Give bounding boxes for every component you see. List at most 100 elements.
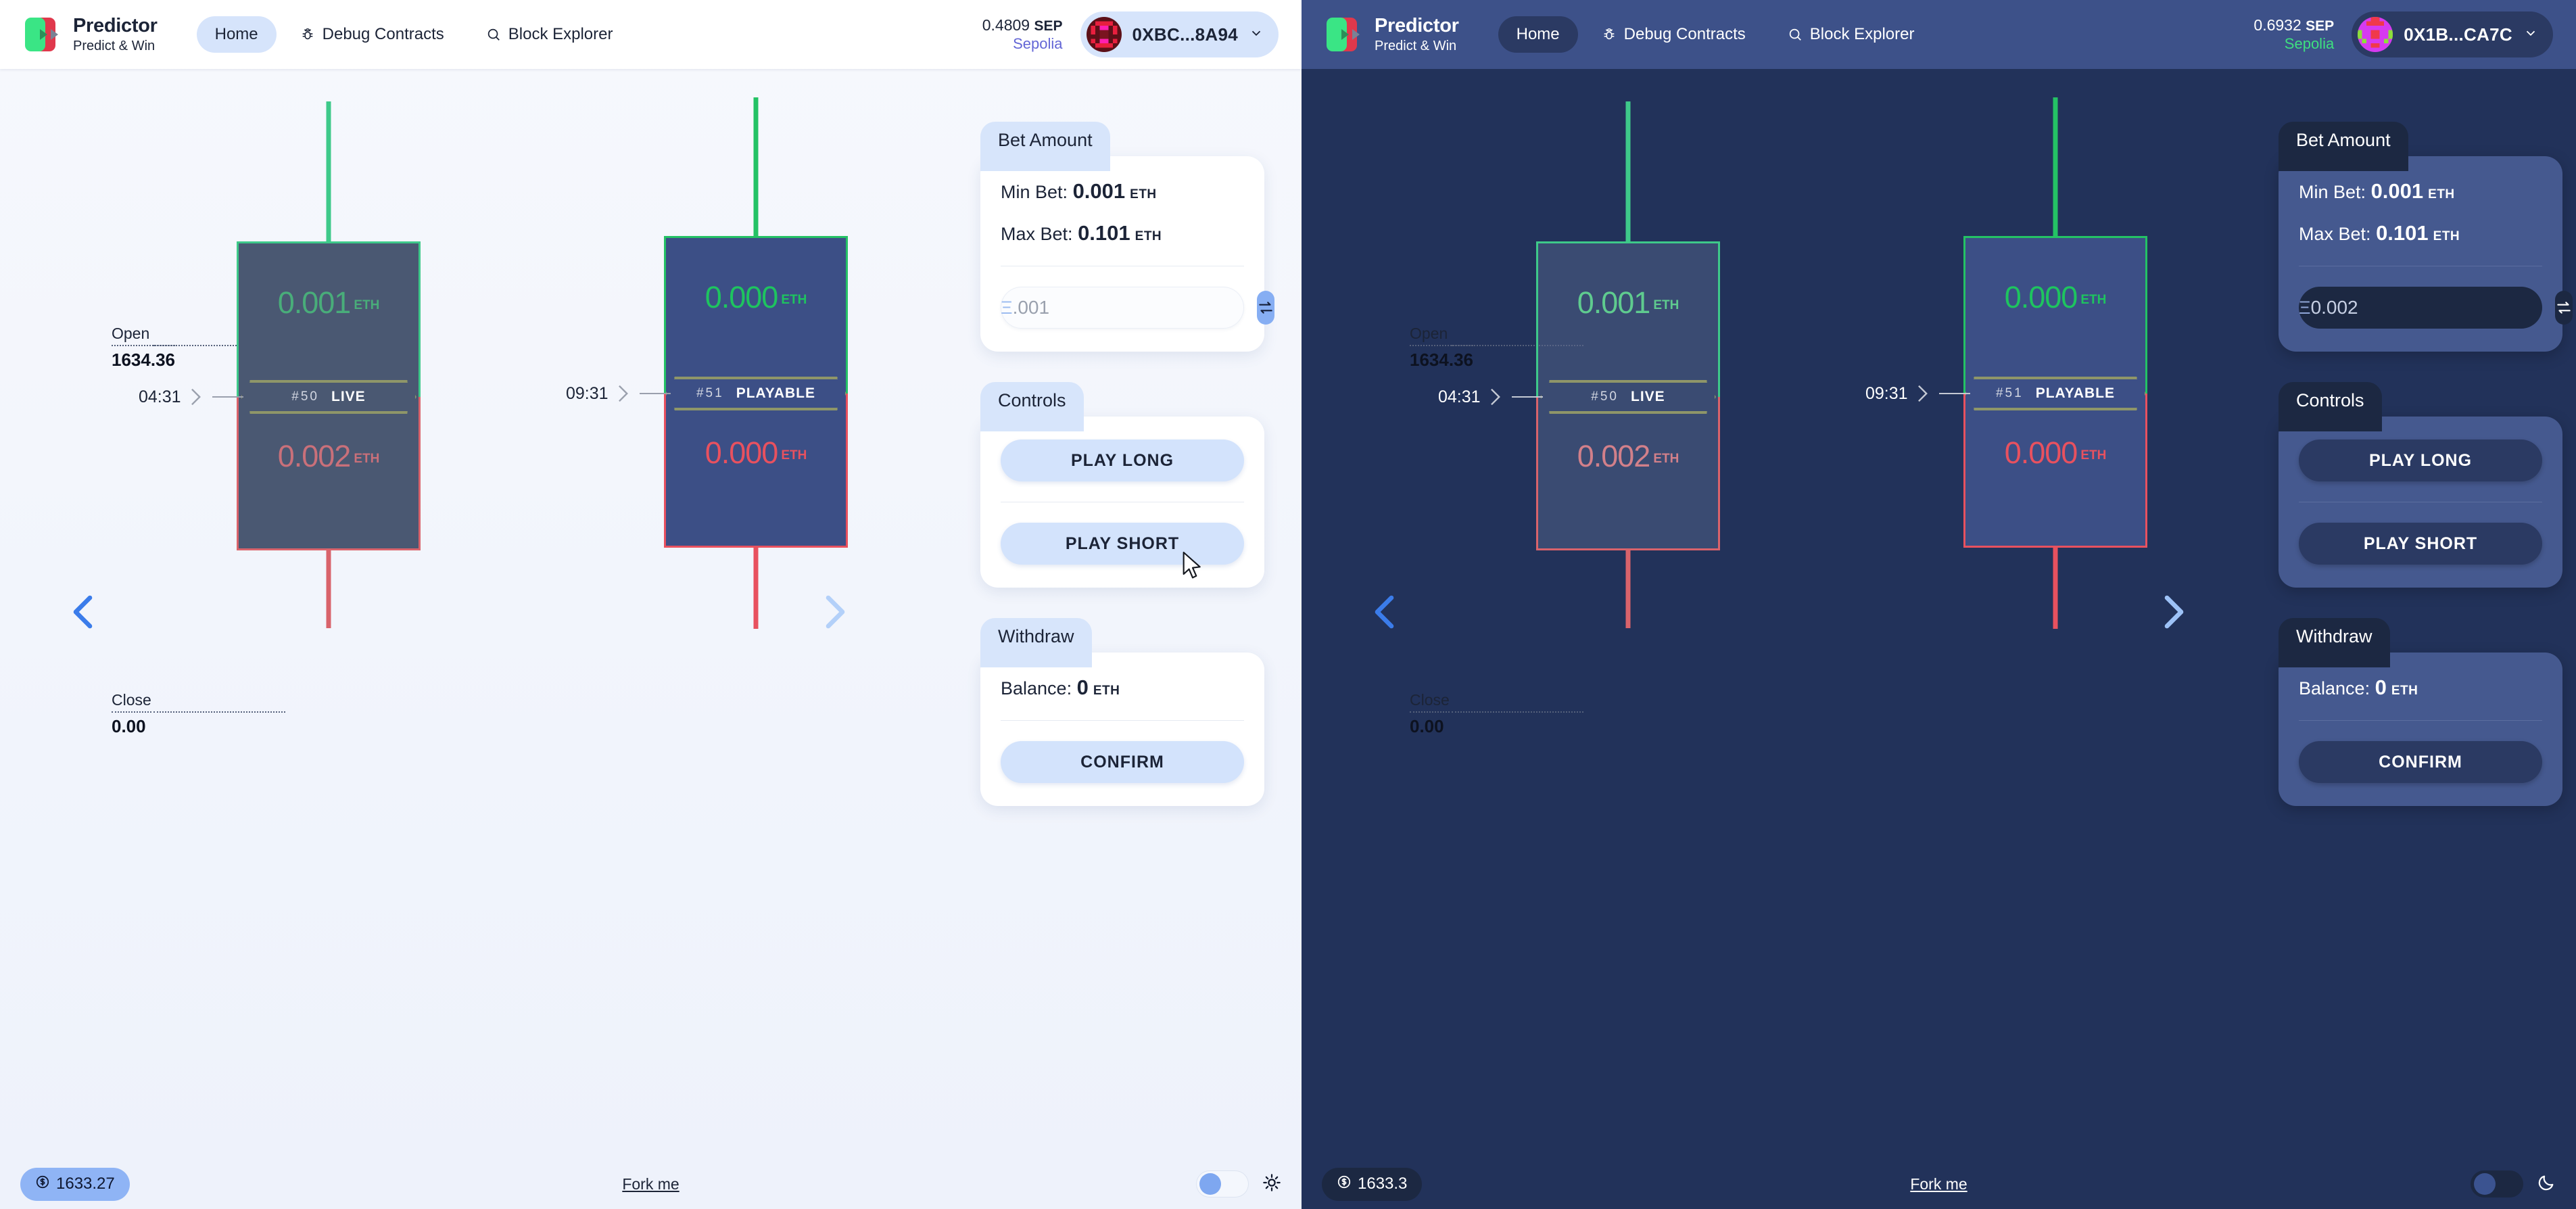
candle-50-status: LIVE — [331, 389, 366, 404]
max-bet-row: Max Bet: 0.101 ETH — [2299, 221, 2542, 245]
nav-item-block-explorer[interactable]: Block Explorer — [1769, 16, 1933, 53]
sun-icon[interactable] — [1262, 1173, 1281, 1195]
withdraw-panel: Withdraw Balance: 0 ETH CONFIRM — [2279, 618, 2562, 806]
controls-panel: Controls PLAY LONG PLAY SHORT — [2279, 382, 2562, 588]
wallet-balance: 0.4809 SEP Sepolia — [982, 16, 1063, 53]
eth-price-pill: 1633.3 — [1322, 1167, 1423, 1201]
candle-50-status-badge: #50 LIVE — [1540, 380, 1716, 414]
close-label: Close — [112, 691, 151, 713]
nav-item-home-label: Home — [214, 25, 258, 43]
nav-item-block-explorer-label: Block Explorer — [1809, 25, 1915, 43]
chevron-down-icon — [1249, 26, 1264, 44]
candle-51-short-amount: 0.000 — [705, 435, 779, 470]
prev-candle-button[interactable] — [1361, 583, 1410, 644]
withdraw-balance-row: Balance: 0 ETH — [1001, 675, 1244, 700]
fork-me-link[interactable]: Fork me — [622, 1175, 679, 1193]
candle-50-short-amount: 0.002 — [277, 439, 352, 473]
bug-icon — [1602, 27, 1617, 42]
max-bet-label: Max Bet: — [2299, 224, 2371, 244]
candle-51-timer: 09:31 — [566, 380, 671, 407]
play-long-button[interactable]: PLAY LONG — [2299, 440, 2542, 481]
candle-51-id: #51 — [696, 386, 724, 400]
withdraw-panel: Withdraw Balance: 0 ETH CONFIRM — [980, 618, 1264, 806]
close-annotation: Close 0.00 — [112, 691, 285, 737]
network-name: Sepolia — [2284, 34, 2335, 52]
network-name: Sepolia — [1013, 34, 1063, 52]
withdraw-balance-unit: ETH — [2391, 684, 2418, 698]
candle-51-long-unit: ETH — [2080, 293, 2107, 307]
min-bet-label: Min Bet: — [1001, 182, 1068, 202]
play-long-button[interactable]: PLAY LONG — [1001, 440, 1244, 481]
divider — [2299, 720, 2542, 721]
account-dropdown[interactable]: 0X1B...CA7C — [2352, 11, 2553, 57]
bet-amount-panel: Bet Amount Min Bet: 0.001 ETH Max Bet: 0.… — [2279, 122, 2573, 352]
mouse-cursor — [1182, 551, 1203, 584]
avatar — [2358, 17, 2393, 52]
candle-50[interactable]: 0.001 ETH 0.002 ETH #50 LIVE 04:31 — [1438, 69, 1720, 678]
next-candle-button[interactable] — [2149, 583, 2197, 644]
candle-51-long-unit: ETH — [781, 293, 807, 307]
candle-50-long-amount: 0.001 — [277, 285, 352, 320]
confirm-button[interactable]: CONFIRM — [2299, 741, 2542, 783]
withdraw-balance-label: Balance: — [2299, 678, 2370, 698]
account-dropdown[interactable]: 0XBC...8A94 — [1080, 11, 1279, 57]
avatar — [1086, 17, 1122, 52]
top-navigation-bar-dark: Predictor Predict & Win Home Debug Contr… — [1302, 0, 2576, 69]
chevron-down-icon — [2523, 26, 2538, 44]
candle-50[interactable]: 0.001 ETH 0.002 ETH #50 LIVE 04:31 — [139, 69, 421, 678]
theme-toggle-group — [1196, 1170, 1281, 1198]
brand-name: Predictor — [1375, 15, 1459, 37]
play-short-button[interactable]: PLAY SHORT — [1001, 523, 1244, 565]
brand-logo-group-dark[interactable]: Predictor Predict & Win — [1325, 16, 1459, 53]
confirm-button[interactable]: CONFIRM — [1001, 741, 1244, 783]
min-bet-unit: ETH — [1130, 187, 1157, 202]
brand-logo-group[interactable]: Predictor Predict & Win — [23, 16, 158, 53]
nav-item-home[interactable]: Home — [196, 16, 277, 53]
nav-links: Home Debug Contracts Block Explorer — [196, 16, 631, 53]
predictor-logo-icon — [1325, 16, 1362, 53]
close-value: 0.00 — [112, 716, 146, 736]
max-bet-label: Max Bet: — [1001, 224, 1073, 244]
light-theme-viewport: Predictor Predict & Win Home Debug Contr… — [0, 0, 1302, 1209]
min-bet-row: Min Bet: 0.001 ETH — [2299, 179, 2542, 204]
nav-item-block-explorer-label: Block Explorer — [508, 25, 613, 43]
nav-item-debug-contracts[interactable]: Debug Contracts — [282, 16, 462, 53]
dark-theme-viewport: Predictor Predict & Win Home Debug Contr… — [1302, 0, 2576, 1209]
account-address: 0XBC...8A94 — [1132, 24, 1238, 45]
max-bet-unit: ETH — [1135, 229, 1162, 243]
theme-toggle-switch[interactable] — [1196, 1170, 1249, 1198]
account-address: 0X1B...CA7C — [2404, 24, 2512, 45]
wallet-balance: 0.6932 SEP Sepolia — [2253, 16, 2334, 53]
nav-item-debug-contracts[interactable]: Debug Contracts — [1583, 16, 1764, 53]
footer-light: 1633.27 Fork me — [0, 1159, 1302, 1209]
candle-51-status-badge: #51 PLAYABLE — [1965, 377, 2146, 410]
bet-amount-input-group[interactable]: Ξ — [1001, 287, 1274, 329]
withdraw-balance-value: 0 — [2375, 675, 2387, 699]
swap-currency-button[interactable] — [2554, 291, 2573, 325]
theme-toggle-switch[interactable] — [2471, 1170, 2523, 1198]
fork-me-link[interactable]: Fork me — [1910, 1175, 1967, 1193]
open-annotation: Open 1634.36 — [1410, 325, 1583, 371]
candle-51[interactable]: 0.000 ETH 0.000 ETH #51 PLAYABLE 09:31 — [1865, 69, 2147, 678]
prev-candle-button[interactable] — [59, 583, 108, 644]
play-short-button[interactable]: PLAY SHORT — [2299, 523, 2542, 565]
candle-50-short-unit: ETH — [354, 452, 380, 466]
candle-51[interactable]: 0.000 ETH 0.000 ETH #51 PLAYABLE 09:31 — [566, 69, 848, 678]
nav-item-home[interactable]: Home — [1498, 16, 1578, 53]
nav-item-debug-contracts-label: Debug Contracts — [322, 25, 444, 43]
nav-item-block-explorer[interactable]: Block Explorer — [468, 16, 631, 53]
controls-tab: Controls — [980, 382, 1084, 431]
search-icon — [486, 27, 501, 42]
open-value: 1634.36 — [112, 350, 175, 370]
withdraw-balance-row: Balance: 0 ETH — [2299, 675, 2542, 700]
min-bet-value: 0.001 — [1072, 179, 1126, 203]
nav-links-dark: Home Debug Contracts Block Explorer — [1498, 16, 1933, 53]
moon-icon[interactable] — [2537, 1173, 2556, 1195]
candle-51-short-unit: ETH — [781, 448, 807, 463]
swap-currency-button[interactable] — [1256, 291, 1274, 325]
candle-51-short-amount: 0.000 — [2004, 435, 2078, 470]
candle-51-timer-label: 09:31 — [1865, 383, 1908, 403]
bet-amount-input[interactable] — [1012, 297, 1257, 318]
bet-amount-input-group[interactable]: Ξ — [2299, 287, 2573, 329]
bet-amount-input[interactable] — [2310, 297, 2555, 318]
